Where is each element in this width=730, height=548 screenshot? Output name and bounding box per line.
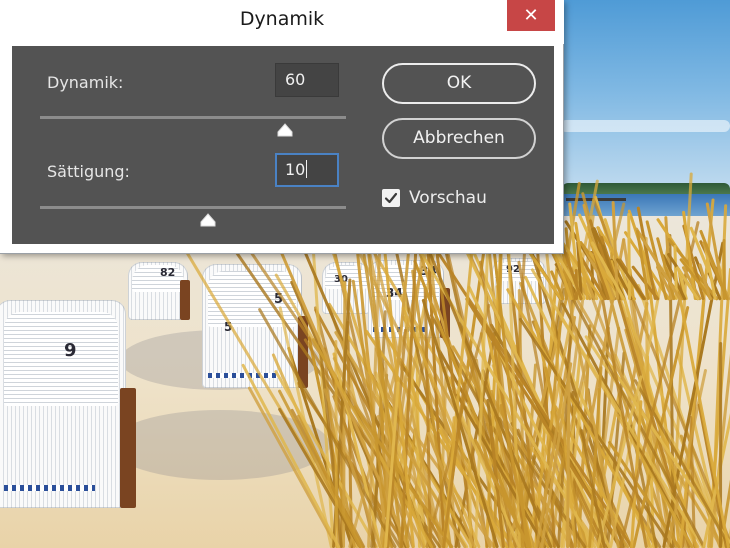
slider-thumb-icon bbox=[277, 123, 293, 137]
close-icon: ✕ bbox=[523, 5, 539, 26]
dialog-title: Dynamik bbox=[239, 8, 325, 30]
saturation-label: Sättigung: bbox=[47, 162, 130, 181]
cancel-button[interactable]: Abbrechen bbox=[382, 118, 536, 159]
preview-checkbox[interactable] bbox=[382, 189, 400, 207]
vibrance-input[interactable]: 60 bbox=[275, 63, 339, 97]
close-button[interactable]: ✕ bbox=[507, 0, 555, 31]
grass-blade bbox=[626, 212, 631, 300]
ok-button[interactable]: OK bbox=[382, 63, 536, 104]
text-caret bbox=[306, 160, 308, 178]
saturation-value: 10 bbox=[285, 160, 306, 179]
slider-thumb-icon bbox=[200, 213, 216, 227]
vibrance-slider-track[interactable] bbox=[40, 116, 346, 119]
dialog-panel: Dynamik: 60 Sättigung: 10 OK Abbrechen V… bbox=[12, 46, 554, 244]
vibrance-dialog: Dynamik ✕ Dynamik: 60 Sättigung: 10 OK A… bbox=[0, 0, 564, 254]
vibrance-value: 60 bbox=[285, 70, 306, 89]
preview-label[interactable]: Vorschau bbox=[409, 188, 487, 208]
saturation-slider-track[interactable] bbox=[40, 206, 346, 209]
saturation-input[interactable]: 10 bbox=[275, 153, 339, 187]
checkmark-icon bbox=[384, 192, 398, 204]
title-bar[interactable]: Dynamik ✕ bbox=[0, 0, 564, 44]
vibrance-label: Dynamik: bbox=[47, 73, 124, 92]
